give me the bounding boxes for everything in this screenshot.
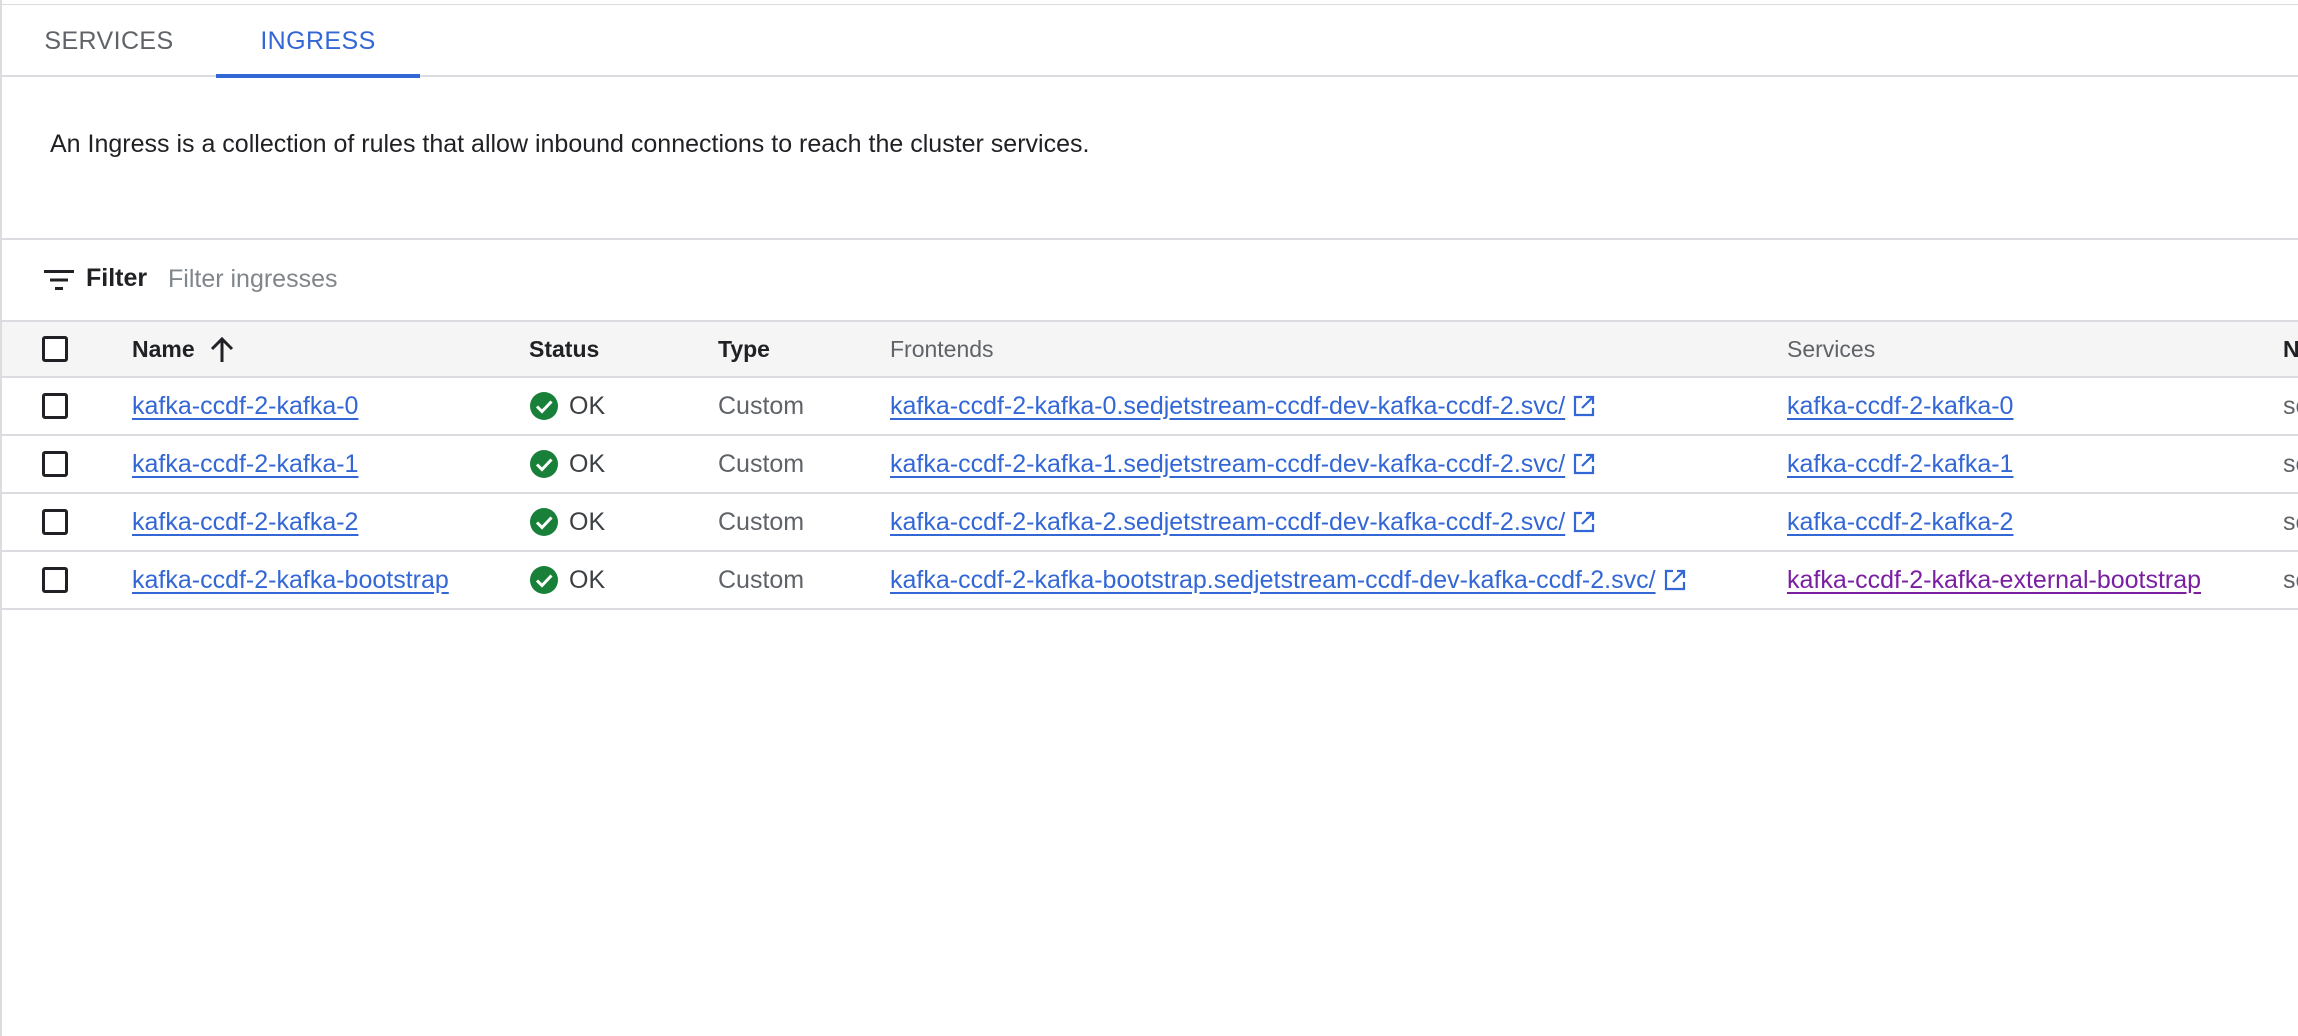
namespace-text: se <box>2283 449 2298 478</box>
frontend-link[interactable]: kafka-ccdf-2-kafka-1.sedjetstream-ccdf-d… <box>890 450 1565 479</box>
open-in-new-icon[interactable] <box>1573 453 1595 475</box>
frontend-link[interactable]: kafka-ccdf-2-kafka-0.sedjetstream-ccdf-d… <box>890 392 1565 421</box>
ingress-description: An Ingress is a collection of rules that… <box>50 130 1090 158</box>
namespace-cell: se <box>2283 436 2298 492</box>
arrow-upward-icon[interactable] <box>209 335 235 363</box>
status-text: OK <box>569 565 606 594</box>
namespace-cell: se <box>2283 552 2298 608</box>
row-checkbox[interactable] <box>42 509 68 535</box>
ingress-name-link[interactable]: kafka-ccdf-2-kafka-2 <box>132 508 358 537</box>
type-text: Custom <box>718 507 805 536</box>
status-text: OK <box>569 507 606 536</box>
row-select-cell <box>42 436 68 492</box>
row-checkbox[interactable] <box>42 567 68 593</box>
type-cell: Custom <box>718 436 804 492</box>
table-row: kafka-ccdf-2-kafka-bootstrap OK Custom k… <box>2 552 2298 610</box>
row-select-cell <box>42 378 68 434</box>
frontend-cell: kafka-ccdf-2-kafka-1.sedjetstream-ccdf-d… <box>890 436 1595 492</box>
service-cell: kafka-ccdf-2-kafka-0 <box>1787 378 2013 434</box>
table-row: kafka-ccdf-2-kafka-1 OK Custom kafka-ccd… <box>2 436 2298 494</box>
name-cell: kafka-ccdf-2-kafka-bootstrap <box>132 552 449 608</box>
name-cell: kafka-ccdf-2-kafka-2 <box>132 494 358 550</box>
check-circle-icon <box>530 450 558 478</box>
ingress-name-link[interactable]: kafka-ccdf-2-kafka-bootstrap <box>132 566 449 595</box>
namespace-text: se <box>2283 391 2298 420</box>
status-text: OK <box>569 449 606 478</box>
type-cell: Custom <box>718 552 804 608</box>
filter-label[interactable]: Filter <box>86 264 147 293</box>
column-header-namespace[interactable]: N <box>2283 322 2298 376</box>
column-header-type[interactable]: Type <box>718 322 770 376</box>
frontend-link[interactable]: kafka-ccdf-2-kafka-bootstrap.sedjetstrea… <box>890 566 1656 595</box>
frontend-cell: kafka-ccdf-2-kafka-0.sedjetstream-ccdf-d… <box>890 378 1595 434</box>
row-select-cell <box>42 552 68 608</box>
frontend-cell: kafka-ccdf-2-kafka-bootstrap.sedjetstrea… <box>890 552 1686 608</box>
check-circle-icon <box>530 392 558 420</box>
tab-bar: SERVICES INGRESS <box>2 5 2298 78</box>
status-cell: OK <box>529 436 605 492</box>
table-header: Name Status Type Frontends Services N <box>2 320 2298 378</box>
table-row: kafka-ccdf-2-kafka-2 OK Custom kafka-ccd… <box>2 494 2298 552</box>
namespace-text: se <box>2283 565 2298 594</box>
service-cell: kafka-ccdf-2-kafka-2 <box>1787 494 2013 550</box>
ingress-name-link[interactable]: kafka-ccdf-2-kafka-1 <box>132 450 358 479</box>
tab-services[interactable]: SERVICES <box>2 5 216 77</box>
service-cell: kafka-ccdf-2-kafka-external-bootstrap <box>1787 552 2201 608</box>
select-all-checkbox[interactable] <box>42 336 68 362</box>
service-link[interactable]: kafka-ccdf-2-kafka-0 <box>1787 392 2013 421</box>
check-circle-icon <box>530 508 558 536</box>
frontend-cell: kafka-ccdf-2-kafka-2.sedjetstream-ccdf-d… <box>890 494 1595 550</box>
ingress-page: SERVICES INGRESS An Ingress is a collect… <box>0 0 2298 1036</box>
open-in-new-icon[interactable] <box>1573 511 1595 533</box>
service-link[interactable]: kafka-ccdf-2-kafka-2 <box>1787 508 2013 537</box>
type-cell: Custom <box>718 494 804 550</box>
tab-ingress[interactable]: INGRESS <box>216 5 420 78</box>
open-in-new-icon[interactable] <box>1664 569 1686 591</box>
column-header-frontends: Frontends <box>890 335 994 362</box>
namespace-cell: se <box>2283 378 2298 434</box>
service-link[interactable]: kafka-ccdf-2-kafka-1 <box>1787 450 2013 479</box>
check-circle-icon <box>530 566 558 594</box>
type-cell: Custom <box>718 378 804 434</box>
column-header-services: Services <box>1787 335 1876 362</box>
ingress-name-link[interactable]: kafka-ccdf-2-kafka-0 <box>132 392 358 421</box>
row-checkbox[interactable] <box>42 451 68 477</box>
select-all-cell <box>42 322 68 376</box>
namespace-cell: se <box>2283 494 2298 550</box>
status-cell: OK <box>529 552 605 608</box>
status-cell: OK <box>529 378 605 434</box>
row-select-cell <box>42 494 68 550</box>
service-link[interactable]: kafka-ccdf-2-kafka-external-bootstrap <box>1787 566 2201 595</box>
namespace-text: se <box>2283 507 2298 536</box>
column-header-name[interactable]: Name <box>132 322 235 376</box>
column-header-status[interactable]: Status <box>529 322 599 376</box>
column-header-name-label: Name <box>132 335 195 362</box>
frontend-link[interactable]: kafka-ccdf-2-kafka-2.sedjetstream-ccdf-d… <box>890 508 1565 537</box>
open-in-new-icon[interactable] <box>1573 395 1595 417</box>
table-row: kafka-ccdf-2-kafka-0 OK Custom kafka-ccd… <box>2 378 2298 436</box>
ingress-table: Name Status Type Frontends Services N ka… <box>2 320 2298 610</box>
filter-input[interactable] <box>168 258 968 300</box>
name-cell: kafka-ccdf-2-kafka-1 <box>132 436 358 492</box>
status-cell: OK <box>529 494 605 550</box>
filter-bar: Filter <box>2 240 2298 320</box>
type-text: Custom <box>718 391 805 420</box>
type-text: Custom <box>718 565 805 594</box>
service-cell: kafka-ccdf-2-kafka-1 <box>1787 436 2013 492</box>
name-cell: kafka-ccdf-2-kafka-0 <box>132 378 358 434</box>
status-text: OK <box>569 391 606 420</box>
filter-list-icon[interactable] <box>44 268 74 292</box>
row-checkbox[interactable] <box>42 393 68 419</box>
type-text: Custom <box>718 449 805 478</box>
